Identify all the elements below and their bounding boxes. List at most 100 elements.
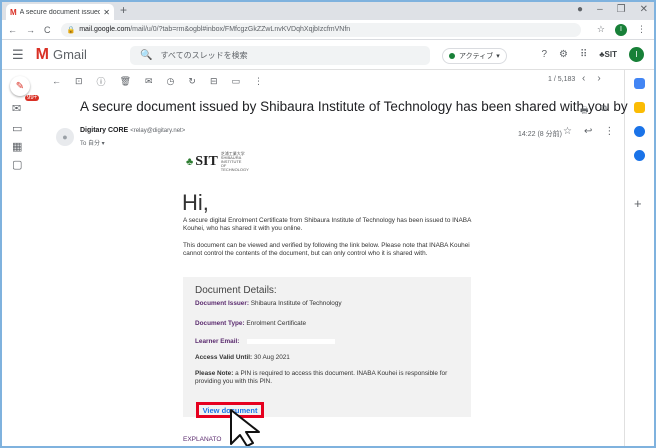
message-toolbar: ← ⊡ ⓘ 🗑 ✉ ◷ ↻ ⊟ ▭ ⋮	[52, 70, 622, 92]
browser-window: M A secure document issued by Shi ✕ + ● …	[0, 0, 656, 448]
snooze-icon[interactable]: ◷	[167, 76, 175, 87]
access-line: Access Valid Until: 30 Aug 2021	[195, 354, 290, 361]
add-task-icon[interactable]: ↻	[188, 76, 196, 87]
next-message-icon[interactable]: ›	[597, 73, 600, 84]
tab-strip: M A secure document issued by Shi ✕ + ● …	[2, 2, 654, 20]
sit-logo-text: SIT	[195, 154, 218, 169]
apps-grid-icon[interactable]: ⠿	[580, 49, 587, 60]
search-input[interactable]: 🔍 すべてのスレッドを検索	[130, 46, 430, 65]
sender-line: Digitary CORE <relay@digitary.net>	[80, 127, 185, 134]
note-label: Please Note:	[195, 370, 234, 377]
tab-title: A secure document issued by Shi	[19, 8, 101, 16]
delete-icon[interactable]: 🗑	[120, 76, 131, 87]
back-to-inbox-icon[interactable]: ←	[52, 76, 61, 86]
settings-gear-icon[interactable]: ⚙	[559, 49, 568, 60]
back-icon[interactable]: ←	[8, 25, 17, 35]
add-addon-icon[interactable]: +	[634, 196, 642, 211]
status-label: アクティブ	[459, 53, 494, 60]
gmail-logo-icon: M	[35, 45, 49, 63]
issuer-value: Shibaura Institute of Technology	[250, 300, 342, 307]
reply-icon[interactable]: ↩	[584, 126, 592, 137]
search-placeholder: すべてのスレッドを検索	[160, 51, 248, 60]
pin-note: Please Note: a PIN is required to access…	[195, 370, 463, 386]
received-time: 14:22 (8 分前)	[518, 131, 562, 138]
close-window-icon[interactable]: ✕	[640, 4, 648, 15]
org-chip-label: SIT	[604, 50, 617, 59]
maximize-icon[interactable]: ❐	[617, 4, 626, 15]
browser-menu-icon[interactable]: ⋮	[637, 24, 646, 35]
account-avatar[interactable]: I	[629, 47, 644, 62]
issuer-line: Document Issuer: Shibaura Institute of T…	[195, 300, 342, 307]
record-icon[interactable]: ●	[577, 4, 583, 15]
status-dropdown[interactable]: アクティブ ▾	[442, 48, 507, 64]
report-spam-icon[interactable]: ⓘ	[97, 75, 106, 88]
profile-avatar[interactable]: I	[615, 23, 627, 36]
forward-icon[interactable]: →	[26, 25, 35, 35]
mark-unread-icon[interactable]: ✉	[145, 76, 153, 87]
browser-tab[interactable]: M A secure document issued by Shi ✕	[6, 4, 114, 20]
url-field[interactable]: 🔒 mail.google.com /mail/u/0/?tab=rm&ogbl…	[60, 22, 581, 37]
message-more-icon[interactable]: ⋮	[604, 126, 614, 137]
pager: ‹ ›	[582, 73, 601, 84]
status-dot-icon	[449, 53, 455, 59]
unread-badge: 99+	[25, 95, 40, 101]
email-subject: A secure document issued by Shibaura Ins…	[80, 99, 628, 114]
learner-line: Learner Email:	[195, 338, 336, 345]
main-menu-icon[interactable]: ☰	[12, 47, 24, 63]
verify-paragraph: This document can be viewed and verified…	[183, 242, 470, 258]
open-new-window-icon[interactable]: ⧉	[601, 103, 607, 119]
search-icon[interactable]: 🔍	[140, 50, 152, 61]
gmail-header: ☰ M Gmail 🔍 すべてのスレッドを検索 アクティブ ▾ ? ⚙ ⠿ ♣S…	[2, 40, 654, 70]
window-controls: ● – ❐ ✕	[577, 4, 648, 15]
contacts-icon[interactable]	[634, 150, 645, 161]
issuer-label: Document Issuer:	[195, 300, 249, 307]
sit-logo: ♣ SIT 芝浦工業大学 SHIBAURA INSTITUTE OF TECHN…	[186, 151, 249, 172]
gmail-wordmark: Gmail	[52, 47, 87, 62]
pencil-icon: ✎	[15, 80, 25, 92]
url-host: mail.google.com	[79, 26, 131, 33]
greeting: Hi,	[182, 190, 209, 215]
document-details-box	[183, 277, 471, 417]
more-icon[interactable]: ⋮	[254, 76, 263, 87]
calendar-icon[interactable]	[634, 78, 645, 89]
tasks-icon[interactable]	[634, 126, 645, 137]
sender-name[interactable]: Digitary CORE	[80, 127, 128, 134]
side-panel: +	[624, 70, 654, 446]
meet-icon[interactable]: ▢	[12, 158, 22, 171]
sit-logo-subtitle: 芝浦工業大学 SHIBAURA INSTITUTE OF TECHNOLOGY	[220, 151, 249, 172]
help-icon[interactable]: ?	[541, 49, 547, 60]
new-tab-icon[interactable]: +	[120, 3, 127, 17]
details-heading: Document Details:	[195, 285, 277, 296]
move-to-icon[interactable]: ⊟	[210, 76, 218, 87]
reload-icon[interactable]: C	[44, 25, 51, 35]
minimize-icon[interactable]: –	[597, 4, 603, 15]
chat-icon[interactable]: ▭	[12, 122, 22, 135]
star-icon[interactable]: ☆	[563, 126, 572, 137]
redacted-email	[247, 338, 336, 344]
learner-label: Learner Email:	[195, 338, 240, 345]
recipient-dropdown[interactable]: To 自分 ▾	[80, 138, 105, 147]
mouse-cursor-icon	[230, 409, 260, 446]
type-line: Document Type: Enrolment Certificate	[195, 320, 306, 327]
url-path: /mail/u/0/?tab=rm&ogbl#inbox/FMfcgzGkZZw…	[130, 26, 351, 33]
sender-email: <relay@digitary.net>	[130, 128, 186, 134]
person-icon: ●	[62, 132, 68, 142]
gmail-logo[interactable]: M Gmail	[36, 46, 87, 64]
org-chip[interactable]: ♣SIT	[599, 50, 617, 59]
inbox-icon[interactable]: ✉	[12, 102, 21, 115]
access-value: 30 Aug 2021	[253, 354, 290, 361]
sender-avatar: ●	[56, 128, 74, 146]
label-icon[interactable]: ▭	[232, 76, 241, 87]
archive-icon[interactable]: ⊡	[75, 76, 83, 87]
note-text: a PIN is required to access this documen…	[195, 370, 448, 385]
spaces-icon[interactable]: ▦	[12, 140, 22, 153]
type-value: Enrolment Certificate	[246, 320, 307, 327]
close-tab-icon[interactable]: ✕	[103, 8, 110, 17]
compose-button[interactable]: ✎	[10, 76, 30, 96]
chevron-down-icon: ▾	[496, 53, 500, 60]
bookmark-star-icon[interactable]: ☆	[597, 24, 605, 35]
keep-icon[interactable]	[634, 102, 645, 113]
print-icon[interactable]: 🖶	[580, 103, 589, 119]
prev-message-icon[interactable]: ‹	[582, 73, 585, 84]
message-count: 1 / 5,183	[548, 76, 576, 83]
